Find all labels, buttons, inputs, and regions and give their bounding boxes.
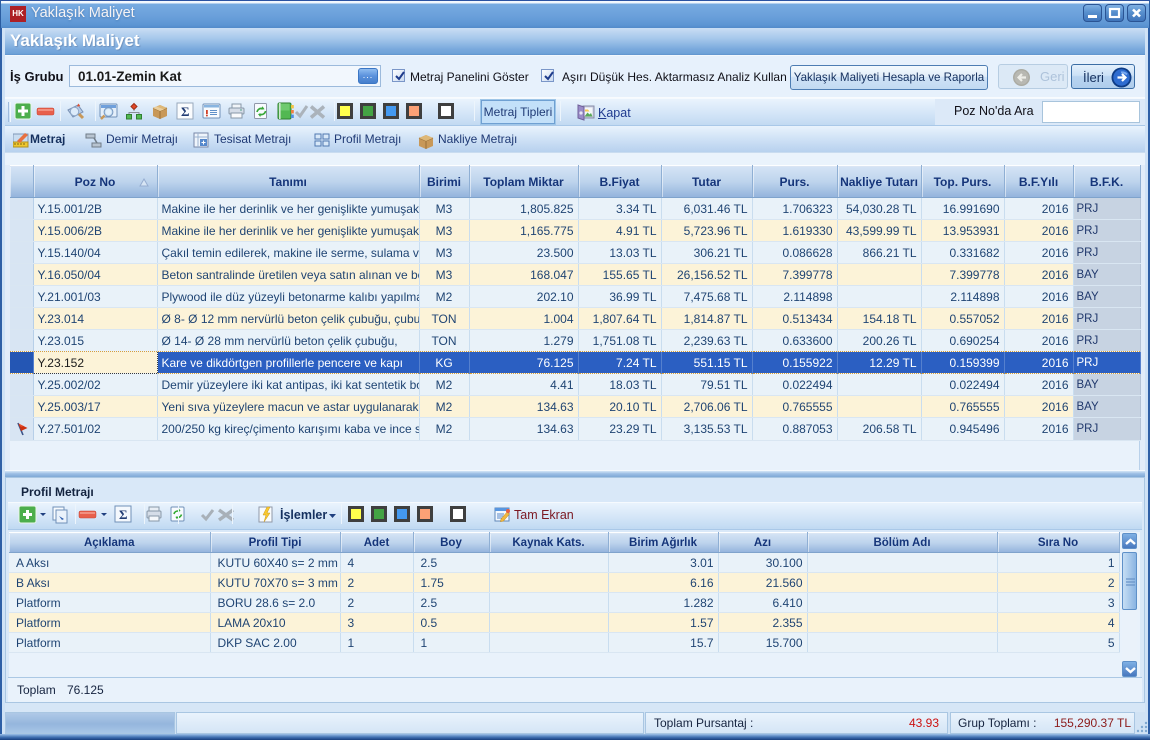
svg-text:Σ: Σ xyxy=(119,507,128,522)
svg-text:Σ: Σ xyxy=(181,104,190,119)
